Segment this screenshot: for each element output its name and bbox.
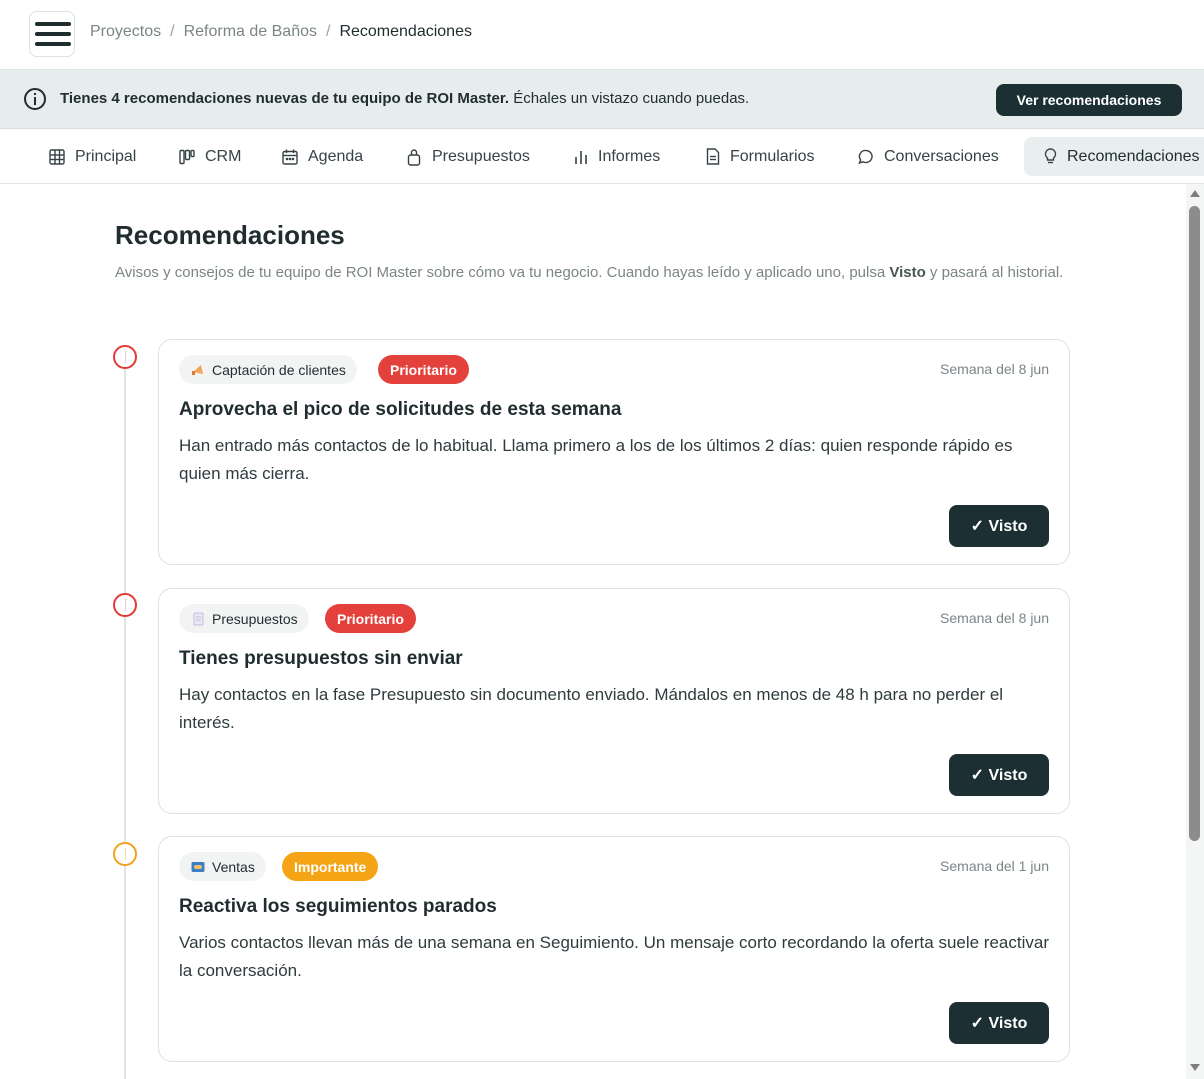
card-body: Varios contactos llevan más de una seman… (179, 933, 1049, 980)
timeline-dot-priority (113, 593, 137, 617)
hamburger-icon (35, 32, 71, 36)
megaphone-icon (192, 364, 203, 375)
tab-agenda[interactable]: Agenda (282, 137, 363, 176)
tab-bar: Principal CRM Agenda Presupuestos Inform… (0, 129, 1204, 184)
tab-label: Principal (75, 147, 137, 165)
vertical-scrollbar[interactable] (1186, 184, 1204, 1079)
mark-seen-button[interactable]: ✓ Visto (949, 505, 1049, 547)
priority-badge: Importante (282, 852, 379, 881)
tab-crm[interactable]: CRM (179, 137, 241, 176)
timeline-dot-priority (113, 345, 137, 369)
card-body: Han entrado más contactos de lo habitual… (179, 436, 1013, 483)
breadcrumb: Proyectos / Reforma de Baños / Recomendacion… (90, 23, 472, 41)
top-bar: Proyectos / Reforma de Baños / Recomendacion… (0, 0, 1204, 70)
hamburger-icon (35, 22, 71, 26)
tab-label: Informes (598, 147, 661, 165)
tab-label: Formularios (730, 147, 815, 165)
calendar-icon (282, 149, 298, 165)
recommendation-card: Captación de clientes Prioritario Semana… (158, 339, 1070, 565)
category-label: Ventas (212, 858, 255, 875)
card-body: Hay contactos en la fase Presupuesto sin… (179, 685, 1004, 732)
category-pill: Ventas (179, 852, 266, 881)
view-recommendations-button[interactable]: Ver recomendaciones (996, 84, 1182, 116)
week-label: Semana del 8 jun (940, 361, 1049, 377)
tab-recomendaciones[interactable]: Recomendaciones (1024, 137, 1204, 176)
banner-message-rest: Échales un vistazo cuando puedas. (509, 90, 750, 107)
tab-presupuestos[interactable]: Presupuestos (406, 137, 530, 176)
tab-label: Conversaciones (884, 147, 999, 165)
breadcrumb-link-project[interactable]: Reforma de Baños (184, 23, 317, 40)
banner-message: Tienes 4 recomendaciones nuevas de tu eq… (60, 90, 749, 107)
page-description-bold: Visto (889, 264, 926, 281)
category-pill: Presupuestos (179, 604, 309, 633)
lightbulb-icon (1044, 148, 1057, 164)
handshake-icon (191, 861, 205, 872)
bar-chart-icon (575, 150, 587, 164)
timeline-dot-important (113, 842, 137, 866)
priority-badge: Prioritario (378, 355, 469, 384)
breadcrumb-separator: / (326, 23, 331, 40)
page-title: Recomendaciones (115, 220, 345, 250)
info-icon (24, 88, 46, 110)
document-icon (706, 148, 720, 165)
chat-bubble-icon (858, 149, 873, 164)
mark-seen-button[interactable]: ✓ Visto (949, 1002, 1049, 1044)
scrollbar-thumb[interactable] (1189, 206, 1200, 841)
menu-button[interactable] (29, 11, 75, 57)
tab-formularios[interactable]: Formularios (706, 137, 814, 176)
breadcrumb-separator: / (170, 23, 175, 40)
page-description-text: Avisos y consejos de tu equipo de ROI Ma… (115, 264, 890, 281)
tab-label: Presupuestos (432, 147, 530, 165)
tab-principal[interactable]: Principal (49, 137, 136, 176)
priority-badge: Prioritario (325, 604, 416, 633)
tab-label: Agenda (308, 147, 364, 165)
card-title: Reactiva los seguimientos parados (179, 896, 497, 917)
week-label: Semana del 1 jun (940, 858, 1049, 874)
tab-label: CRM (205, 147, 242, 165)
category-label: Presupuestos (212, 610, 298, 627)
memo-icon (193, 612, 204, 625)
page-description-text-end: y pasará al historial. (925, 264, 1064, 281)
tab-label: Recomendaciones (1067, 147, 1200, 165)
mark-seen-button[interactable]: ✓ Visto (949, 754, 1049, 796)
bag-icon (407, 148, 421, 166)
hamburger-icon (35, 42, 71, 46)
tab-informes[interactable]: Informes (574, 137, 660, 176)
grid-icon (49, 148, 65, 165)
breadcrumb-current: Recomendaciones (339, 23, 472, 40)
tab-conversaciones[interactable]: Conversaciones (858, 137, 999, 176)
breadcrumb-link-proyectos[interactable]: Proyectos (90, 23, 161, 40)
recommendation-card: Ventas Importante Semana del 1 jun React… (158, 836, 1070, 1062)
page-description: Avisos y consejos de tu equipo de ROI Ma… (115, 260, 1085, 285)
banner-message-bold: Tienes 4 recomendaciones nuevas de tu eq… (60, 90, 510, 107)
card-title: Tienes presupuestos sin enviar (179, 648, 463, 669)
week-label: Semana del 8 jun (940, 610, 1049, 626)
timeline-line (124, 366, 126, 1079)
category-pill: Captación de clientes (179, 355, 357, 384)
scroll-up-arrow-icon[interactable] (1190, 190, 1200, 197)
recommendation-card: Presupuestos Prioritario Semana del 8 ju… (158, 588, 1070, 814)
kanban-icon (179, 149, 195, 164)
scroll-down-arrow-icon[interactable] (1190, 1064, 1200, 1071)
main-content: Recomendaciones Avisos y consejos de tu … (0, 184, 1186, 1079)
notice-banner: Tienes 4 recomendaciones nuevas de tu eq… (0, 70, 1204, 129)
card-title: Aprovecha el pico de solicitudes de esta… (179, 399, 622, 420)
category-label: Captación de clientes (212, 361, 346, 378)
